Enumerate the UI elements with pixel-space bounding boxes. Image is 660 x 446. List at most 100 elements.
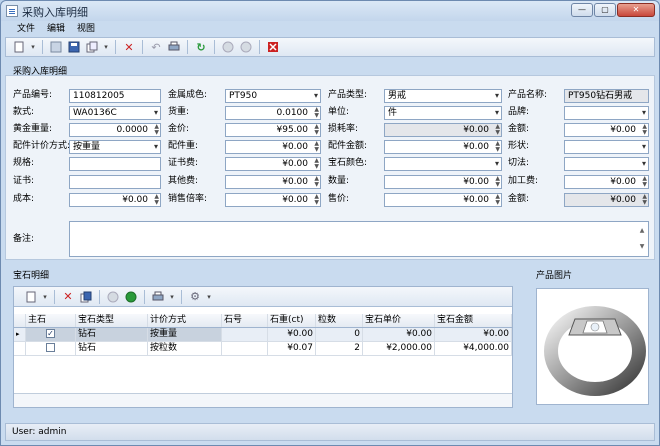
- refresh-icon[interactable]: ↻: [194, 40, 208, 54]
- main-stone-checkbox[interactable]: ✓: [46, 329, 55, 338]
- spin-icon[interactable]: ▲ ▼: [495, 176, 500, 188]
- stone-no-cell[interactable]: [222, 342, 268, 355]
- spin-icon[interactable]: ▲ ▼: [314, 176, 319, 188]
- count-cell[interactable]: 2: [316, 342, 363, 355]
- dropdown-arrow-icon[interactable]: ▾: [169, 290, 175, 304]
- amount-cell[interactable]: ¥4,000.00: [435, 342, 512, 355]
- minimize-button[interactable]: —: [571, 3, 593, 17]
- title-bar[interactable]: 采购入库明细 — ▢ ✕: [1, 1, 659, 21]
- cut-dropdown[interactable]: [564, 157, 649, 171]
- amount-cell[interactable]: ¥0.00: [435, 328, 512, 341]
- processing-fee-input[interactable]: ¥0.00 ▲ ▼: [564, 175, 649, 189]
- spin-icon[interactable]: ▲ ▼: [314, 194, 319, 206]
- maximize-button[interactable]: ▢: [594, 3, 616, 17]
- print-icon[interactable]: [167, 40, 181, 54]
- col-gem-type[interactable]: 宝石类型: [76, 314, 148, 327]
- main-stone-cell[interactable]: ✓: [26, 328, 76, 341]
- spin-icon[interactable]: ▲ ▼: [314, 158, 319, 170]
- spin-icon[interactable]: ▲ ▼: [642, 194, 647, 206]
- weight-cell[interactable]: ¥0.00: [268, 328, 316, 341]
- count-cell[interactable]: 0: [316, 328, 363, 341]
- print-icon[interactable]: [151, 290, 165, 304]
- new-icon[interactable]: [12, 40, 26, 54]
- dropdown-arrow-icon[interactable]: ▾: [30, 40, 36, 54]
- product-photo[interactable]: [536, 288, 649, 405]
- new-icon[interactable]: [24, 290, 38, 304]
- col-main-stone[interactable]: 主石: [26, 314, 76, 327]
- spin-icon[interactable]: ▲ ▼: [154, 124, 159, 136]
- other-fee-input[interactable]: ¥0.00 ▲ ▼: [225, 175, 321, 189]
- accessory-pricing-dropdown[interactable]: 按重量: [69, 140, 161, 154]
- save-all-icon[interactable]: [67, 40, 81, 54]
- col-pricing[interactable]: 计价方式: [148, 314, 222, 327]
- weight-input[interactable]: 0.0100 ▲ ▼: [225, 106, 321, 120]
- accessory-weight-input[interactable]: ¥0.00 ▲ ▼: [225, 140, 321, 154]
- menu-file[interactable]: 文件: [17, 22, 35, 36]
- quantity-input[interactable]: ¥0.00 ▲ ▼: [384, 175, 502, 189]
- settings-icon[interactable]: ⚙: [188, 290, 202, 304]
- delete-icon[interactable]: ✕: [122, 40, 136, 54]
- spin-icon[interactable]: ▲ ▼: [314, 124, 319, 136]
- spin-icon[interactable]: ▲ ▼: [642, 124, 647, 136]
- product-code-field[interactable]: 110812005: [69, 89, 161, 103]
- col-unit-price[interactable]: 宝石单价: [363, 314, 435, 327]
- gem-type-cell[interactable]: 钻石: [76, 328, 148, 341]
- gem-color-dropdown[interactable]: [384, 157, 502, 171]
- prev-icon[interactable]: [106, 290, 120, 304]
- gold-weight-input[interactable]: 0.0000 ▲ ▼: [69, 123, 161, 137]
- pricing-cell[interactable]: 按粒数: [148, 342, 222, 355]
- main-stone-cell[interactable]: [26, 342, 76, 355]
- dropdown-arrow-icon[interactable]: ▾: [103, 40, 109, 54]
- spin-icon[interactable]: ▲ ▼: [314, 141, 319, 153]
- notes-textarea[interactable]: ▲ ▼: [69, 221, 649, 257]
- table-row[interactable]: ▸ ✓ 钻石 按重量 ¥0.00 0 ¥0.00 ¥0.00: [14, 328, 512, 342]
- product-type-dropdown[interactable]: 男戒: [384, 89, 502, 103]
- style-dropdown[interactable]: WA0136C: [69, 106, 161, 120]
- copy-icon[interactable]: [79, 290, 93, 304]
- dropdown-arrow-icon[interactable]: ▾: [42, 290, 48, 304]
- next-icon[interactable]: [124, 290, 138, 304]
- undo-icon[interactable]: ↶: [149, 40, 163, 54]
- main-stone-checkbox[interactable]: [46, 343, 55, 352]
- unit-dropdown[interactable]: 件: [384, 106, 502, 120]
- gold-price-input[interactable]: ¥95.00 ▲ ▼: [225, 123, 321, 137]
- pricing-cell[interactable]: 按重量: [148, 328, 222, 341]
- delete-icon[interactable]: ✕: [61, 290, 75, 304]
- dropdown-arrow-icon[interactable]: ▾: [206, 290, 212, 304]
- spin-icon[interactable]: ▲ ▼: [314, 107, 319, 119]
- cost-input[interactable]: ¥0.00 ▲ ▼: [69, 193, 161, 207]
- close-red-icon[interactable]: [266, 40, 280, 54]
- spin-icon[interactable]: ▲ ▼: [495, 124, 500, 136]
- spin-icon[interactable]: ▲ ▼: [154, 194, 159, 206]
- spin-icon[interactable]: ▲ ▼: [642, 176, 647, 188]
- cert-fee-input[interactable]: ¥0.00 ▲ ▼: [225, 157, 321, 171]
- brand-dropdown[interactable]: [564, 106, 649, 120]
- shape-dropdown[interactable]: [564, 140, 649, 154]
- stone-no-cell[interactable]: [222, 328, 268, 341]
- menu-view[interactable]: 视图: [77, 22, 95, 36]
- table-row[interactable]: 钻石 按粒数 ¥0.07 2 ¥2,000.00 ¥4,000.00: [14, 342, 512, 356]
- save-icon[interactable]: [49, 40, 63, 54]
- sale-price-input[interactable]: ¥0.00 ▲ ▼: [384, 193, 502, 207]
- unit-price-cell[interactable]: ¥0.00: [363, 328, 435, 341]
- amount-input[interactable]: ¥0.00 ▲ ▼: [564, 123, 649, 137]
- col-weight[interactable]: 石重(ct): [268, 314, 316, 327]
- spec-field[interactable]: [69, 157, 161, 171]
- certificate-field[interactable]: [69, 175, 161, 189]
- spin-icon[interactable]: ▲ ▼: [495, 194, 500, 206]
- sales-multiplier-input[interactable]: ¥0.00 ▲ ▼: [225, 193, 321, 207]
- gem-type-cell[interactable]: 钻石: [76, 342, 148, 355]
- col-count[interactable]: 粒数: [316, 314, 363, 327]
- amount-2-input[interactable]: ¥0.00 ▲ ▼: [564, 193, 649, 207]
- col-amount[interactable]: 宝石金额: [435, 314, 512, 327]
- product-name-field[interactable]: PT950钻石男戒: [564, 89, 649, 103]
- notes-scrollbar[interactable]: ▲ ▼: [637, 223, 647, 255]
- unit-price-cell[interactable]: ¥2,000.00: [363, 342, 435, 355]
- weight-cell[interactable]: ¥0.07: [268, 342, 316, 355]
- metal-color-dropdown[interactable]: PT950: [225, 89, 321, 103]
- close-button[interactable]: ✕: [617, 3, 655, 17]
- menu-edit[interactable]: 编辑: [47, 22, 65, 36]
- copy-icon[interactable]: [85, 40, 99, 54]
- prev-icon[interactable]: [221, 40, 235, 54]
- loss-rate-input[interactable]: ¥0.00 ▲ ▼: [384, 123, 502, 137]
